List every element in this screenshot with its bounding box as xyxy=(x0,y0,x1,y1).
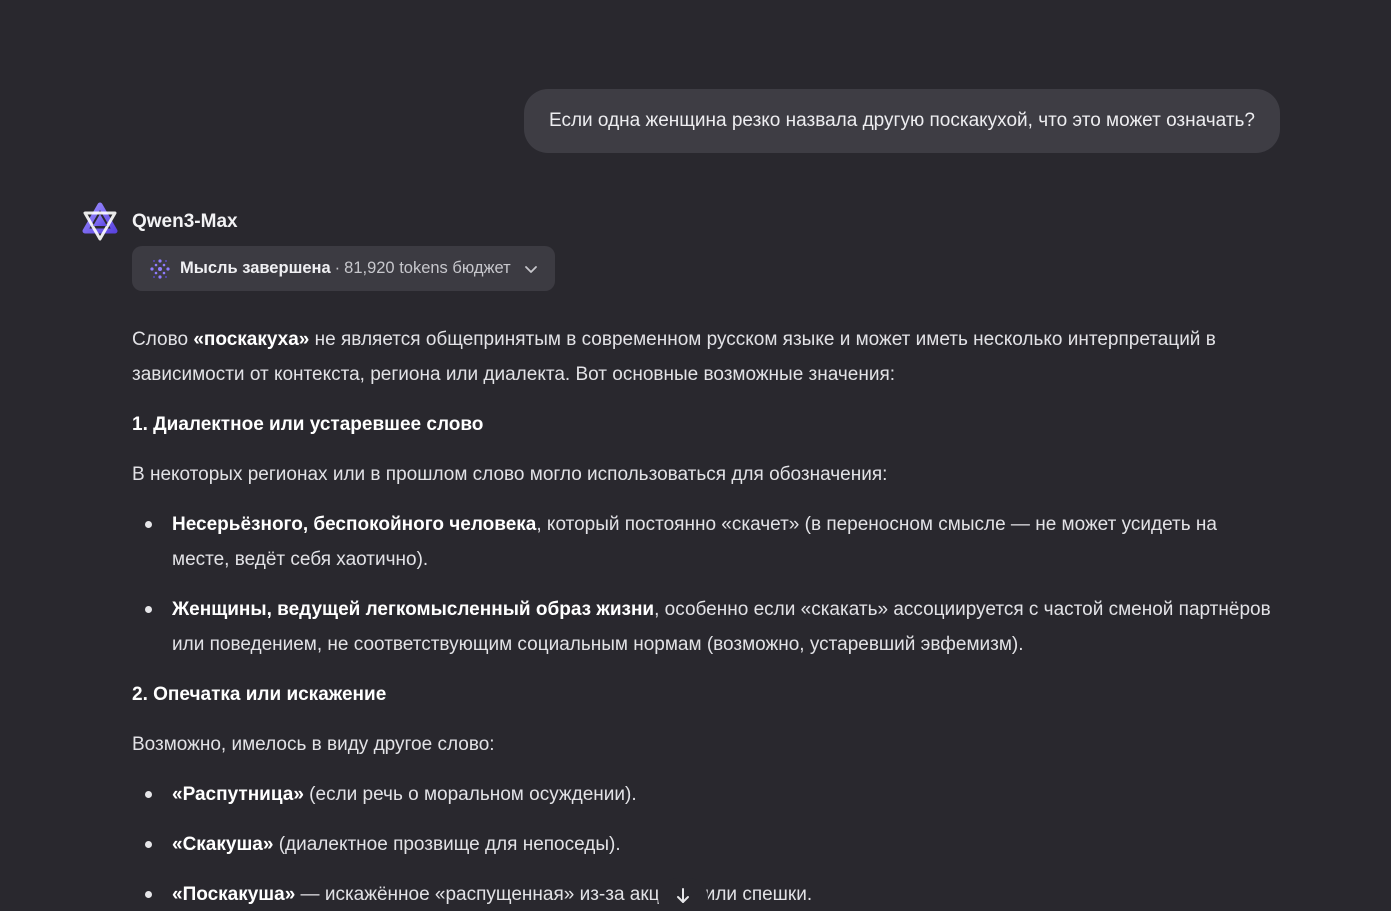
sparkle-icon xyxy=(148,257,172,281)
chevron-down-icon[interactable] xyxy=(523,261,539,277)
section-1-list: Несерьёзного, беспокойного человека, кот… xyxy=(132,507,1277,662)
term-bold: «поскакуха» xyxy=(193,329,310,350)
thought-status-toggle[interactable]: Мысль завершена · 81,920 tokens бюджет xyxy=(132,246,555,291)
thought-separator: · xyxy=(334,259,341,277)
user-message-bubble: Если одна женщина резко назвала другую п… xyxy=(523,89,1280,153)
arrow-down-icon xyxy=(673,886,693,911)
answer-intro: Слово «поскакуха» не является общепринят… xyxy=(132,329,1216,385)
chat-page: Если одна женщина резко назвала другую п… xyxy=(0,0,1391,911)
section-1-lead: В некоторых регионах или в прошлом слово… xyxy=(132,464,888,485)
assistant-answer: Слово «поскакуха» не является общепринят… xyxy=(132,322,1277,911)
section-heading-2: 2. Опечатка или искажение xyxy=(132,684,387,705)
user-message-text: Если одна женщина резко назвала другую п… xyxy=(548,110,1255,131)
model-name: Qwen3-Max xyxy=(132,211,238,232)
assistant-header: Qwen3-Max xyxy=(80,202,238,242)
token-budget-label: 81,920 tokens бюджет xyxy=(344,259,511,277)
list-item: Женщины, ведущей легкомысленный образ жи… xyxy=(132,592,1277,662)
section-2-lead: Возможно, имелось в виду другое слово: xyxy=(132,734,495,755)
list-item: «Скакуша» (диалектное прозвище для непос… xyxy=(132,827,1277,862)
thought-status-label: Мысль завершена xyxy=(180,259,331,277)
section-heading-1: 1. Диалектное или устаревшее слово xyxy=(132,414,484,435)
qwen-logo-icon xyxy=(80,202,120,242)
scroll-to-bottom-button[interactable] xyxy=(658,878,708,911)
list-item: Несерьёзного, беспокойного человека, кот… xyxy=(132,507,1277,577)
list-item: «Распутница» (если речь о моральном осуж… xyxy=(132,777,1277,812)
